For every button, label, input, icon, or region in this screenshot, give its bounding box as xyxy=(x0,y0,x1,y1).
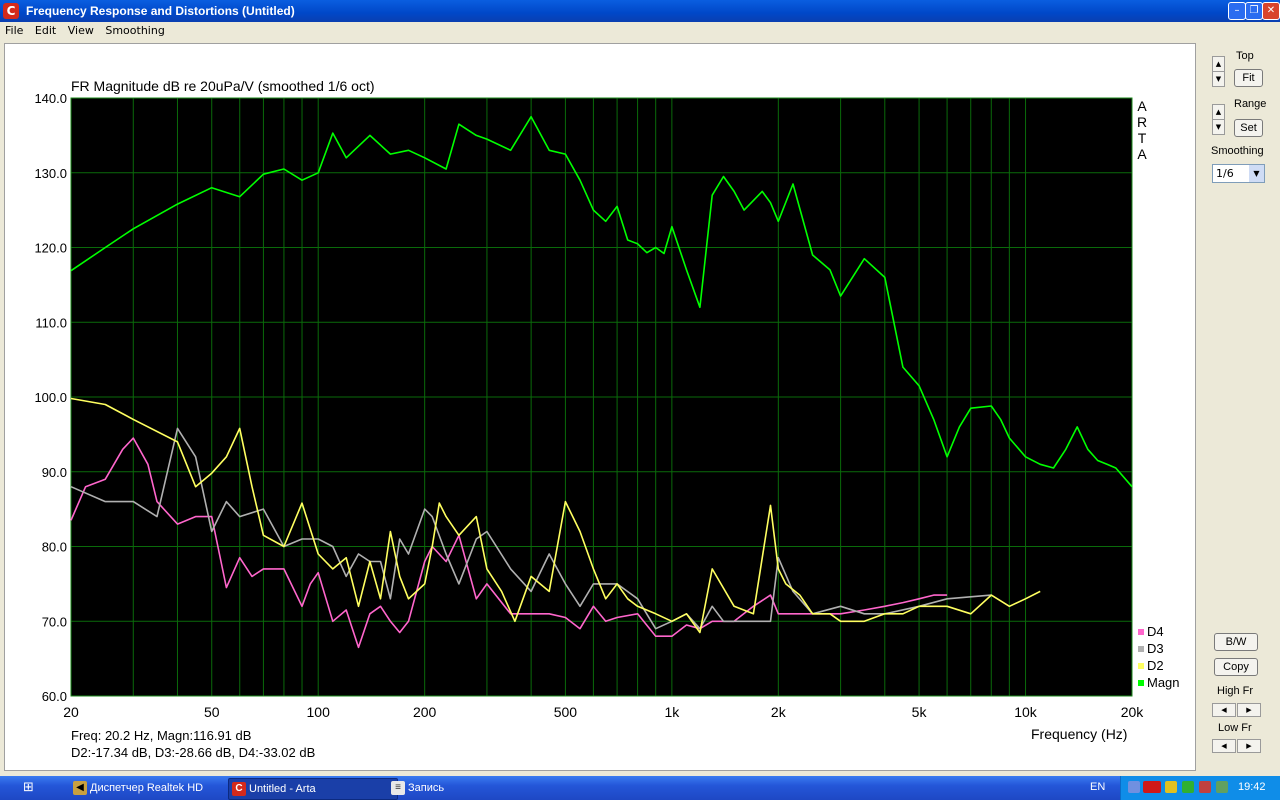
range-down-arrow-icon[interactable]: ▼ xyxy=(1212,119,1225,135)
windows-start-icon[interactable]: ⊞ xyxy=(23,780,41,796)
minimize-button[interactable]: – xyxy=(1228,2,1246,20)
safely-remove-icon[interactable] xyxy=(1199,781,1211,793)
y-tick-label: 80.0 xyxy=(42,540,67,555)
legend-swatch-magn xyxy=(1138,680,1144,686)
x-tick-label: 100 xyxy=(307,704,331,720)
y-tick-label: 140.0 xyxy=(34,91,67,106)
legend-label-d3: D3 xyxy=(1147,641,1164,656)
x-tick-label: 10k xyxy=(1014,704,1038,720)
legend-label-d2: D2 xyxy=(1147,658,1164,673)
language-indicator[interactable]: EN xyxy=(1090,781,1105,793)
legend-swatch-d3 xyxy=(1138,646,1144,652)
watermark-letter: A xyxy=(1137,98,1147,114)
readout-line2: D2:-17.34 dB, D3:-28.66 dB, D4:-33.02 dB xyxy=(71,745,315,760)
menu-bar: File Edit View Smoothing xyxy=(0,22,1280,40)
menu-view[interactable]: View xyxy=(63,22,97,37)
y-tick-label: 110.0 xyxy=(35,315,67,330)
taskbar-item-arta[interactable]: C Untitled - Arta xyxy=(228,778,398,800)
menu-edit[interactable]: Edit xyxy=(30,22,59,37)
legend-label-magn: Magn xyxy=(1147,675,1180,690)
legend-swatch-d2 xyxy=(1138,663,1144,669)
fit-button[interactable]: Fit xyxy=(1234,69,1263,87)
x-tick-label: 20 xyxy=(63,704,79,720)
x-tick-label: 2k xyxy=(771,704,787,720)
top-down-arrow-icon[interactable]: ▼ xyxy=(1212,71,1225,87)
clock: 19:42 xyxy=(1238,781,1266,793)
x-tick-label: 200 xyxy=(413,704,437,720)
watermark-letter: A xyxy=(1137,146,1147,162)
chart-title: FR Magnitude dB re 20uPa/V (smoothed 1/6… xyxy=(71,78,375,94)
fr-chart[interactable]: 140.0 130.0 120.0 110.0 100.0 90.0 80.0 70.0 60.… xyxy=(5,44,1195,770)
range-label: Range xyxy=(1234,98,1267,110)
window-title: Frequency Response and Distortions (Unti… xyxy=(26,4,295,18)
network-icon[interactable] xyxy=(1128,781,1140,793)
high-fr-label: High Fr xyxy=(1217,685,1254,697)
arta-app-icon[interactable]: C xyxy=(3,3,19,19)
smoothing-select[interactable]: 1/6 ▼ xyxy=(1212,164,1265,183)
y-tick-label: 60.0 xyxy=(42,689,67,704)
y-tick-label: 90.0 xyxy=(42,465,67,480)
bw-button[interactable]: B/W xyxy=(1214,633,1258,651)
x-tick-label: 1k xyxy=(664,704,680,720)
smoothing-label: Smoothing xyxy=(1211,145,1264,157)
taskbar-item-label: Untitled - Arta xyxy=(249,783,316,795)
readout-line1: Freq: 20.2 Hz, Magn:116.91 dB xyxy=(71,728,251,743)
top-up-arrow-icon[interactable]: ▲ xyxy=(1212,56,1225,72)
menu-file[interactable]: File xyxy=(0,22,26,37)
watermark-letter: T xyxy=(1138,130,1147,146)
speaker-icon: ◀ xyxy=(73,781,87,795)
tray-app-icon[interactable] xyxy=(1216,781,1228,793)
maximize-button[interactable]: ❐ xyxy=(1245,2,1263,20)
window-title-bar[interactable]: C Frequency Response and Distortions (Un… xyxy=(0,0,1280,22)
set-button[interactable]: Set xyxy=(1234,119,1263,137)
menu-smoothing[interactable]: Smoothing xyxy=(100,22,167,37)
taskbar-item-label: Диспетчер Realtek HD xyxy=(90,782,204,794)
taskbar-item-zapis[interactable]: ≡ Запись xyxy=(388,778,548,798)
x-tick-label: 500 xyxy=(554,704,578,720)
taskbar-item-realtek[interactable]: ◀ Диспетчер Realtek HD xyxy=(70,778,240,798)
x-tick-label: 20k xyxy=(1121,704,1145,720)
ati-icon[interactable] xyxy=(1143,781,1161,793)
high-fr-right-arrow-icon[interactable]: ▶ xyxy=(1237,703,1261,717)
y-tick-label: 120.0 xyxy=(34,241,67,256)
taskbar-item-label: Запись xyxy=(408,782,445,794)
x-tick-label: 5k xyxy=(912,704,928,720)
x-axis-label: Frequency (Hz) xyxy=(1031,726,1127,742)
top-label: Top xyxy=(1236,50,1254,62)
legend-label-d4: D4 xyxy=(1147,624,1164,639)
document-icon: ≡ xyxy=(391,781,405,795)
legend-swatch-d4 xyxy=(1138,629,1144,635)
chevron-down-icon[interactable]: ▼ xyxy=(1249,165,1264,182)
low-fr-label: Low Fr xyxy=(1218,722,1252,734)
chart-panel: 140.0 130.0 120.0 110.0 100.0 90.0 80.0 70.0 60.… xyxy=(4,43,1196,771)
range-up-arrow-icon[interactable]: ▲ xyxy=(1212,104,1225,120)
y-tick-label: 100.0 xyxy=(34,390,67,405)
volume-icon[interactable] xyxy=(1165,781,1177,793)
high-fr-left-arrow-icon[interactable]: ◀ xyxy=(1212,703,1236,717)
watermark-letter: R xyxy=(1137,114,1147,130)
arta-app-icon: C xyxy=(232,782,246,796)
low-fr-right-arrow-icon[interactable]: ▶ xyxy=(1237,739,1261,753)
copy-button[interactable]: Copy xyxy=(1214,658,1258,676)
y-tick-label: 70.0 xyxy=(42,614,67,629)
x-tick-label: 50 xyxy=(204,704,220,720)
smoothing-value: 1/6 xyxy=(1216,167,1234,180)
battery-icon[interactable] xyxy=(1182,781,1194,793)
low-fr-left-arrow-icon[interactable]: ◀ xyxy=(1212,739,1236,753)
close-button[interactable]: ✕ xyxy=(1262,2,1280,20)
y-tick-label: 130.0 xyxy=(34,166,67,181)
